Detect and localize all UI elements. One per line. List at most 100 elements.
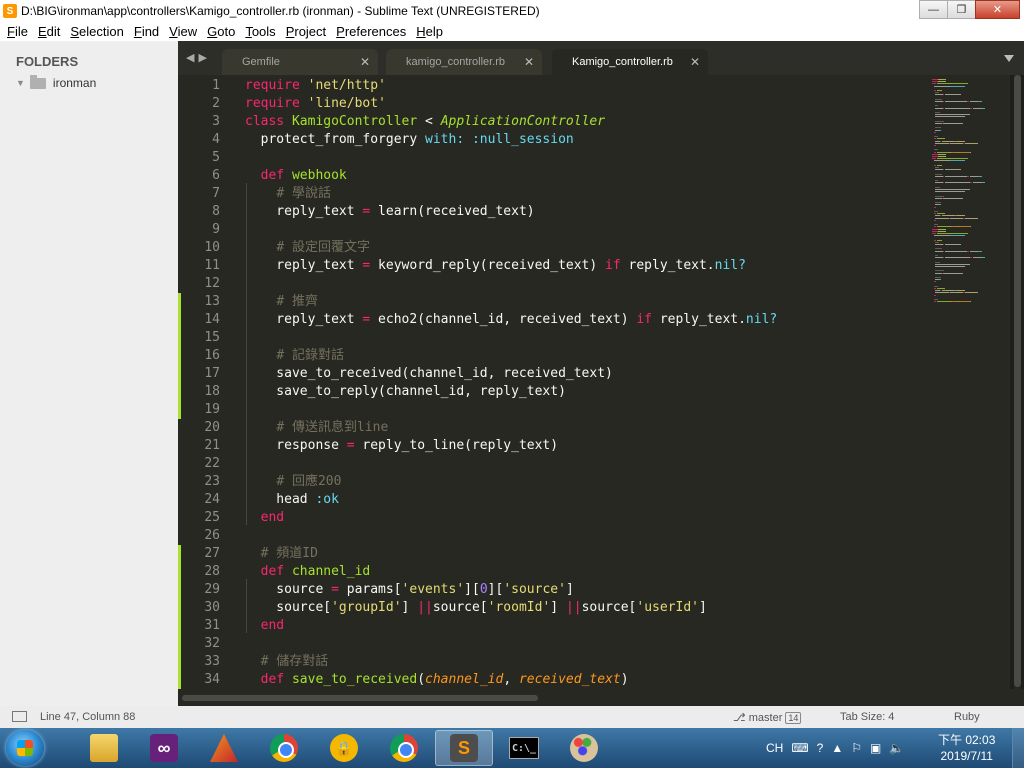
maximize-button[interactable]: ❐ — [947, 0, 976, 19]
keyboard-icon[interactable]: ⌨ — [791, 741, 808, 755]
close-icon: ✕ — [992, 4, 1003, 16]
code-line[interactable]: 26 — [178, 527, 930, 545]
tab-kamigo-controller-active[interactable]: Kamigo_controller.rb ✕ — [552, 49, 708, 75]
help-icon[interactable]: ? — [817, 741, 824, 755]
menu-goto[interactable]: Goto — [202, 24, 240, 39]
vertical-scrollbar[interactable] — [1014, 75, 1021, 689]
tab-close-icon[interactable]: ✕ — [524, 55, 534, 69]
syntax-selector[interactable]: Ruby — [954, 711, 980, 723]
horizontal-scrollbar[interactable] — [178, 689, 1024, 706]
minimap-line — [933, 206, 936, 208]
menu-preferences[interactable]: Preferences — [331, 24, 411, 39]
clock[interactable]: 下午 02:03 2019/7/11 — [938, 732, 995, 764]
panel-toggle-icon[interactable] — [12, 711, 27, 722]
menu-file[interactable]: File — [2, 24, 33, 39]
taskbar-app-visual-studio[interactable]: ∞ — [135, 730, 193, 766]
code-line[interactable]: 4 protect_from_forgery with: :null_sessi… — [178, 131, 930, 149]
tab-size-selector[interactable]: Tab Size: 4 — [840, 711, 894, 723]
taskbar-app-paint[interactable] — [555, 730, 613, 766]
minimap-line — [932, 153, 938, 155]
code-line[interactable]: 13 # 推齊 — [178, 293, 930, 311]
code-line[interactable]: 12 — [178, 275, 930, 293]
minimap-line — [938, 230, 947, 232]
taskbar-app-sublime-text[interactable]: S — [435, 730, 493, 766]
minimap[interactable] — [930, 75, 1010, 689]
git-branch[interactable]: ⎇ master 14 — [733, 711, 802, 724]
code-line[interactable]: 25 end — [178, 509, 930, 527]
code-editor[interactable]: 1 require 'net/http' 2 require 'line/bot' 3 c… — [178, 75, 930, 689]
lock-icon: 🔒 — [330, 734, 358, 762]
tab-close-icon[interactable]: ✕ — [360, 55, 370, 69]
code-line[interactable]: 29 source = params['events'][0]['source'… — [178, 581, 930, 599]
code-line[interactable]: 8 reply_text = learn(received_text) — [178, 203, 930, 221]
code-line[interactable]: 17 save_to_received(channel_id, received… — [178, 365, 930, 383]
code-line[interactable]: 11 reply_text = keyword_reply(received_t… — [178, 257, 930, 275]
tab-dropdown-icon[interactable] — [1004, 55, 1014, 62]
code-line[interactable]: 21 response = reply_to_line(reply_text) — [178, 437, 930, 455]
minimap-line — [964, 140, 965, 142]
code-line[interactable]: 1 require 'net/http' — [178, 77, 930, 95]
show-desktop-button[interactable] — [1012, 728, 1024, 768]
minimap-line — [951, 83, 968, 85]
menu-find[interactable]: Find — [129, 24, 164, 39]
start-button[interactable] — [6, 730, 44, 766]
tab-gemfile[interactable]: Gemfile ✕ — [222, 49, 378, 75]
window-titlebar[interactable]: S D:\BIG\ironman\app\controllers\Kamigo_… — [0, 0, 1024, 22]
code-line[interactable]: 28 def channel_id — [178, 563, 930, 581]
tray-arrow-icon[interactable]: ▲ — [831, 741, 843, 755]
taskbar-app-chrome-2[interactable] — [375, 730, 433, 766]
code-line[interactable]: 16 # 記錄對話 — [178, 347, 930, 365]
network-icon[interactable]: ▣ — [870, 741, 881, 755]
code-line[interactable]: 30 source['groupId'] ||source['roomId'] … — [178, 599, 930, 617]
menu-edit[interactable]: Edit — [33, 24, 65, 39]
tab-bar: ◀▶ Gemfile ✕ kamigo_controller.rb ✕ Kami… — [178, 41, 1024, 75]
code-line[interactable]: 18 save_to_reply(channel_id, reply_text) — [178, 383, 930, 401]
code-line[interactable]: 33 # 儲存對話 — [178, 653, 930, 671]
visual-studio-icon: ∞ — [150, 734, 178, 762]
menu-tools[interactable]: Tools — [240, 24, 280, 39]
code-line[interactable]: 20 # 傳送訊息到line — [178, 419, 930, 437]
code-line[interactable]: 5 — [178, 149, 930, 167]
taskbar-app-command-prompt[interactable]: C:\_ — [495, 730, 553, 766]
vertical-scroll-thumb[interactable] — [1014, 75, 1021, 687]
sidebar-folder-ironman[interactable]: ▼ ironman — [16, 74, 96, 90]
code-line[interactable]: 32 — [178, 635, 930, 653]
code-line[interactable]: 14 reply_text = echo2(channel_id, receiv… — [178, 311, 930, 329]
minimap-line — [935, 180, 939, 182]
taskbar-app-windows-explorer[interactable] — [75, 730, 133, 766]
action-center-flag-icon[interactable]: ⚐ — [851, 741, 862, 755]
ime-indicator[interactable]: CH — [766, 741, 783, 755]
code-line[interactable]: 19 — [178, 401, 930, 419]
tab-kamigo-controller-lower[interactable]: kamigo_controller.rb ✕ — [386, 49, 542, 75]
code-line[interactable]: 23 # 回應200 — [178, 473, 930, 491]
minimize-button[interactable]: — — [919, 0, 948, 19]
code-line[interactable]: 31 end — [178, 617, 930, 635]
taskbar-app-matlab[interactable] — [195, 730, 253, 766]
volume-icon[interactable]: 🔈 — [889, 741, 904, 755]
code-line[interactable]: 10 # 設定回覆文字 — [178, 239, 930, 257]
code-line[interactable]: 15 — [178, 329, 930, 347]
code-line[interactable]: 9 — [178, 221, 930, 239]
chrome-icon — [390, 734, 418, 762]
taskbar-app-security[interactable]: 🔒 — [315, 730, 373, 766]
code-line[interactable]: 27 # 頻道ID — [178, 545, 930, 563]
tab-nav-arrows-icon[interactable]: ◀▶ — [186, 51, 211, 64]
minimap-line — [935, 186, 940, 188]
code-line[interactable]: 2 require 'line/bot' — [178, 95, 930, 113]
close-button[interactable]: ✕ — [975, 0, 1020, 19]
minimap-line — [951, 158, 968, 160]
code-line[interactable]: 34 def save_to_received(channel_id, rece… — [178, 671, 930, 689]
menu-help[interactable]: Help — [411, 24, 448, 39]
tab-close-icon[interactable]: ✕ — [690, 55, 700, 69]
expand-arrow-icon[interactable]: ▼ — [16, 78, 25, 88]
code-line[interactable]: 7 # 學說話 — [178, 185, 930, 203]
taskbar-app-chrome[interactable] — [255, 730, 313, 766]
menu-project[interactable]: Project — [281, 24, 331, 39]
code-line[interactable]: 24 head :ok — [178, 491, 930, 509]
menu-view[interactable]: View — [164, 24, 202, 39]
code-line[interactable]: 22 — [178, 455, 930, 473]
code-line[interactable]: 3 class KamigoController < ApplicationCon… — [178, 113, 930, 131]
menu-selection[interactable]: Selection — [65, 24, 128, 39]
code-line[interactable]: 6 def webhook — [178, 167, 930, 185]
horizontal-scroll-thumb[interactable] — [182, 695, 538, 701]
